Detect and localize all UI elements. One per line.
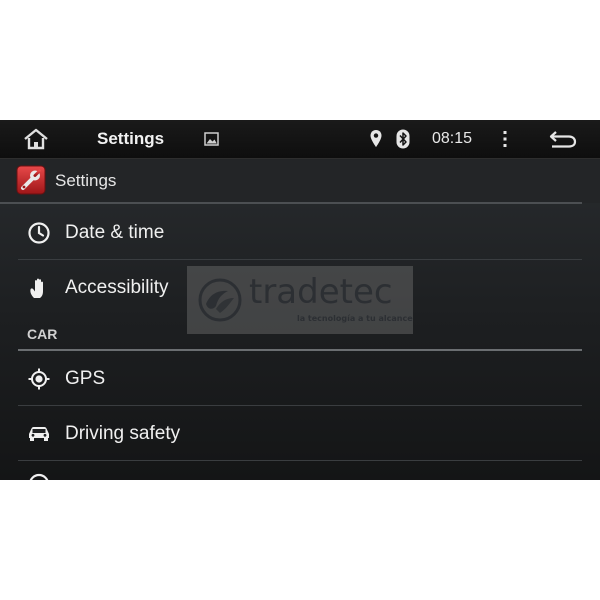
watermark-brand: tradetec [249, 272, 393, 312]
clock-icon [28, 222, 50, 244]
list-divider [18, 405, 582, 406]
list-divider [18, 460, 582, 461]
settings-item-label: Date & time [65, 222, 165, 243]
action-bar: Settings [0, 159, 600, 204]
tradetec-logo-icon [198, 278, 242, 322]
app-title: Settings [55, 171, 117, 190]
gps-icon [28, 368, 50, 390]
location-pin-icon [370, 130, 382, 147]
settings-item-label: Driving safety [65, 423, 181, 444]
android-screen: Settings 08:15 Settings Date & time Acce… [0, 120, 600, 480]
back-icon[interactable] [548, 129, 578, 149]
section-divider [18, 349, 582, 351]
bluetooth-icon [396, 129, 410, 149]
status-bar: Settings 08:15 [0, 120, 600, 159]
settings-item-date-time[interactable]: Date & time [18, 206, 582, 260]
overflow-menu-icon[interactable] [498, 129, 512, 149]
home-icon[interactable] [22, 128, 50, 150]
action-bar-divider [0, 202, 582, 204]
settings-item-label: Accessibility [65, 277, 169, 298]
car-icon [29, 427, 49, 441]
list-divider [18, 259, 582, 260]
settings-item-gps[interactable]: GPS [18, 352, 582, 406]
section-header-car: CAR [27, 326, 58, 342]
settings-item-driving-safety[interactable]: Driving safety [18, 407, 582, 461]
partial-list-icon [29, 473, 49, 480]
settings-wrench-icon[interactable] [16, 165, 46, 195]
gallery-icon [204, 132, 219, 146]
watermark-tagline: la tecnología a tu alcance [297, 314, 413, 323]
settings-item-label: GPS [65, 368, 106, 389]
hand-icon [30, 278, 43, 298]
clock-time: 08:15 [432, 130, 473, 147]
watermark: tradetec la tecnología a tu alcance [187, 266, 413, 334]
status-bar-title: Settings [97, 129, 165, 148]
